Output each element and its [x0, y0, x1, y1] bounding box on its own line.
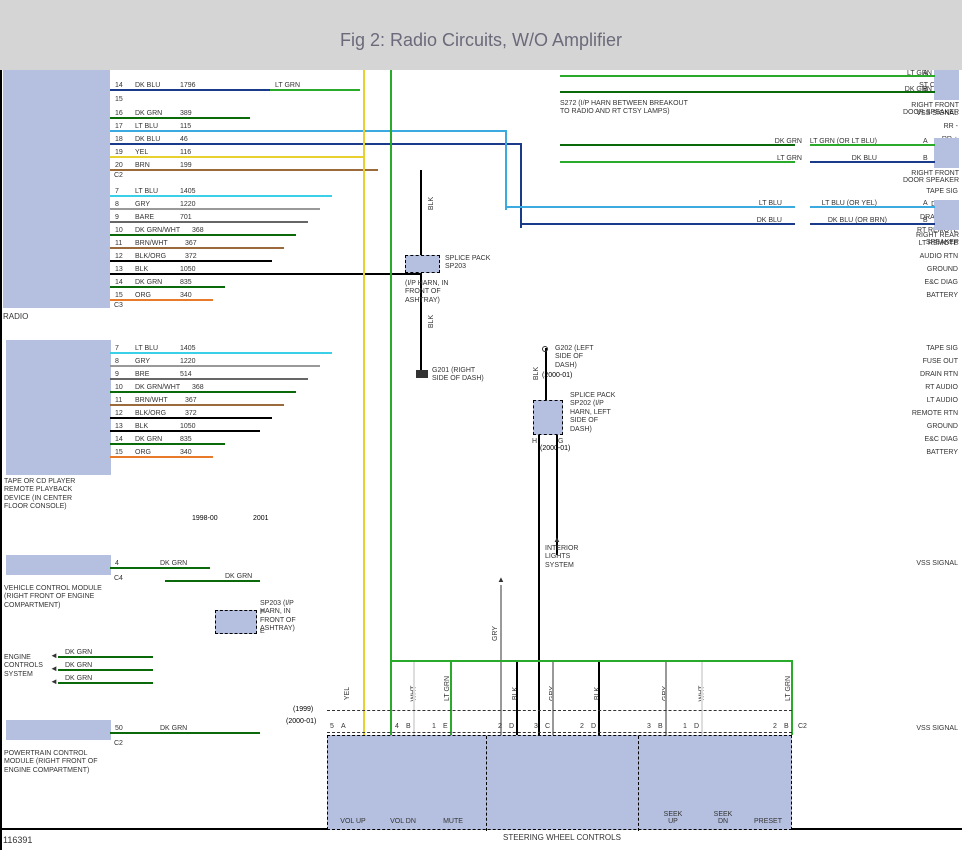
- border-left: [0, 70, 2, 850]
- wire-grn-v: [390, 70, 392, 735]
- pin-battery: BATTERY: [858, 292, 958, 299]
- wire-dkblu2: [110, 143, 520, 145]
- ground-g201: [416, 370, 428, 378]
- ground-g202: [542, 346, 548, 352]
- interior-lights-label: INTERIOR LIGHTS SYSTEM: [545, 545, 595, 570]
- pin-tapesig: TAPE SIG: [858, 188, 958, 195]
- page-title: Fig 2: Radio Circuits, W/O Amplifier: [0, 30, 962, 51]
- tape-cd-label: TAPE OR CD PLAYER REMOTE PLAYBACK DEVICE…: [4, 478, 94, 512]
- wire-dkgrn: [110, 117, 250, 119]
- diagram-id: 116391: [3, 835, 32, 845]
- vss-pcm-connector: [6, 720, 111, 740]
- wire-ltgrn: [270, 89, 360, 91]
- engine-controls-label: ENGINE CONTROLS SYSTEM: [4, 654, 54, 679]
- speaker-rf2: [934, 138, 959, 168]
- wire-yel: [110, 156, 365, 158]
- splice-sp203: [405, 255, 440, 273]
- pin-audiortn: AUDIO RTN: [858, 253, 958, 260]
- wire-yel-v: [363, 70, 365, 735]
- speaker-rr: [934, 200, 959, 230]
- splice-sp202: [533, 400, 563, 435]
- vss-vcm-connector: [6, 555, 111, 575]
- tape-cd-connector: [6, 340, 111, 475]
- wiring-diagram: 116391 RADIO ST COL SIG 14 DK BLU 1796 L…: [0, 70, 962, 850]
- swc-label: STEERING WHEEL CONTROLS: [503, 833, 621, 842]
- wire-dkblu: [110, 89, 270, 91]
- radio-connector: [3, 70, 110, 308]
- pcm-label: POWERTRAIN CONTROL MODULE (RIGHT FRONT O…: [4, 750, 104, 775]
- header: Fig 2: Radio Circuits, W/O Amplifier: [0, 0, 962, 70]
- pin-ecdiag: E&C DIAG: [858, 279, 958, 286]
- wire-brn: [110, 169, 378, 171]
- pin-ground: GROUND: [858, 266, 958, 273]
- sp203-splice: [215, 610, 257, 634]
- vcm-label: VEHICLE CONTROL MODULE (RIGHT FRONT OF E…: [4, 585, 104, 610]
- speaker-rf1: [934, 70, 959, 100]
- steering-wheel-controls: VOL UP VOL DN MUTE SEEK UP SEEK DN PRESE…: [327, 735, 792, 830]
- pin-rrneg: RR -: [858, 123, 958, 130]
- radio-label: RADIO: [3, 312, 28, 321]
- wire-ltblu: [110, 130, 505, 132]
- s272-note: S272 (I/P HARN BETWEEN BREAKOUT TO RADIO…: [560, 100, 690, 117]
